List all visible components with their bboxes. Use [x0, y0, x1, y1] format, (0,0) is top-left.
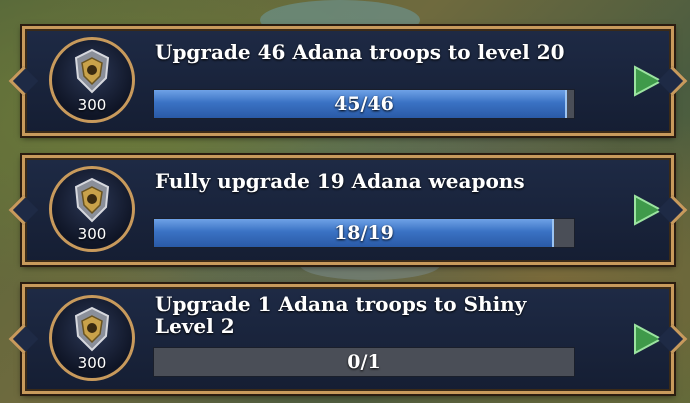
- quest-title: Fully upgrade 19 Adana weapons: [155, 169, 525, 193]
- progress-text: 18/19: [334, 222, 394, 244]
- quest-title: Upgrade 1 Adana troops to Shiny Level 2: [155, 292, 527, 338]
- reward-amount: 300: [77, 354, 107, 372]
- warrior-helmet-emblem-icon: [74, 306, 110, 352]
- progress-bar: 0/1: [153, 347, 575, 377]
- reward-amount: 300: [77, 225, 107, 243]
- reward-badge: 300: [49, 37, 135, 123]
- play-arrow-icon[interactable]: [629, 192, 665, 228]
- quest-card: 300 Upgrade 46 Adana troops to level 20 …: [22, 26, 674, 136]
- progress-text: 0/1: [347, 351, 381, 373]
- reward-badge: 300: [49, 166, 135, 252]
- progress-bar: 45/46: [153, 89, 575, 119]
- progress-text: 45/46: [334, 93, 394, 115]
- play-arrow-icon[interactable]: [629, 63, 665, 99]
- quest-card: 300 Fully upgrade 19 Adana weapons 18/19: [22, 155, 674, 265]
- quest-card: 300 Upgrade 1 Adana troops to Shiny Leve…: [22, 284, 674, 394]
- warrior-helmet-emblem-icon: [74, 177, 110, 223]
- reward-badge: 300: [49, 295, 135, 381]
- progress-bar: 18/19: [153, 218, 575, 248]
- reward-amount: 300: [77, 96, 107, 114]
- quest-title: Upgrade 46 Adana troops to level 20: [155, 40, 565, 64]
- warrior-helmet-emblem-icon: [74, 48, 110, 94]
- play-arrow-icon[interactable]: [629, 321, 665, 357]
